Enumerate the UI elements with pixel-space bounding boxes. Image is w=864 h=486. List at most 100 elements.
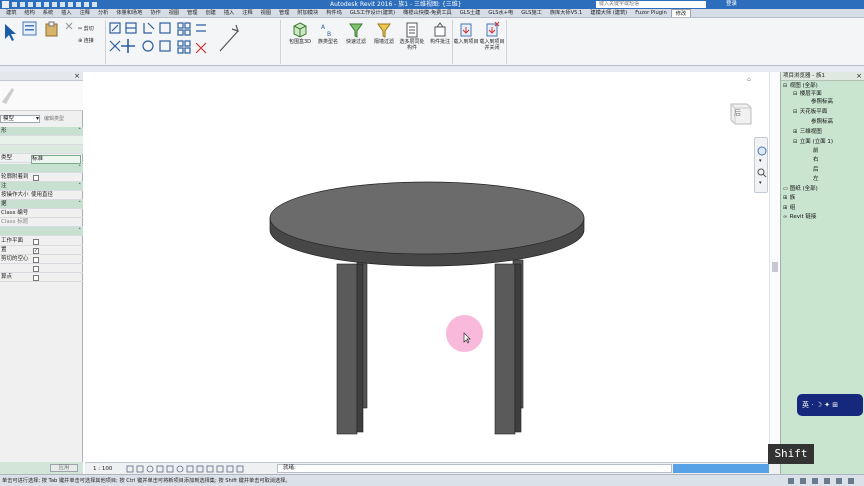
apply-button[interactable]: 应用: [50, 464, 78, 472]
table-3d-model[interactable]: [265, 180, 595, 440]
type-selector-dropdown[interactable]: 模型: [0, 115, 40, 123]
zoom-icon[interactable]: [757, 168, 767, 178]
tab-gls-design[interactable]: GLS工作设计(建筑): [346, 9, 399, 17]
property-checkbox[interactable]: [33, 239, 39, 245]
view-control-icons[interactable]: [125, 465, 265, 473]
vertical-scrollbar[interactable]: [769, 72, 779, 462]
tab-systems[interactable]: 系统: [39, 9, 57, 17]
view-cube-face[interactable]: 后: [734, 108, 741, 118]
collapse-icon[interactable]: ˄: [78, 164, 81, 173]
close-icon[interactable]: ×: [74, 72, 80, 81]
chevron-down-icon[interactable]: ▾: [36, 115, 39, 123]
property-checkbox[interactable]: [33, 275, 39, 281]
property-checkbox[interactable]: ✓: [33, 248, 39, 254]
tree-item-3d-views[interactable]: ⊞ 三维视图: [793, 128, 822, 136]
paste-icon[interactable]: [44, 21, 60, 37]
expand-icon[interactable]: ⊞: [783, 194, 788, 202]
tab-analyze[interactable]: 分析: [94, 9, 112, 17]
collapse-icon[interactable]: ⊟: [793, 108, 798, 116]
tab-gls-mep[interactable]: GLS水+电: [484, 9, 517, 17]
tree-item-revit-links[interactable]: ∞ Revit 链接: [783, 213, 816, 221]
tab-annotate[interactable]: 注释: [76, 9, 94, 17]
quick-access-toolbar[interactable]: [2, 1, 142, 8]
collapse-icon[interactable]: ˄: [78, 127, 81, 136]
close-icon[interactable]: ×: [856, 72, 862, 81]
tree-item-front[interactable]: 前: [813, 147, 819, 155]
tab-structure[interactable]: 结构: [20, 9, 38, 17]
login-button[interactable]: 登录: [726, 0, 737, 9]
tree-item-families[interactable]: ⊞ 族: [783, 194, 795, 202]
property-value[interactable]: 标准: [31, 155, 81, 164]
tree-item-left[interactable]: 左: [813, 175, 819, 183]
family-type-name-button[interactable]: AB 族类型名: [314, 20, 342, 64]
tree-item-floor-plans[interactable]: ⊟ 楼层平面: [793, 90, 822, 98]
drawing-canvas[interactable]: 后 ⌂ ▾ ▾: [85, 72, 780, 462]
ime-toolbar[interactable]: 英 · ☽ ✦ ⊞: [797, 394, 863, 416]
tab-create[interactable]: 创建: [201, 9, 219, 17]
properties-icon[interactable]: [22, 21, 38, 37]
collapse-icon[interactable]: ˄: [78, 227, 81, 236]
tab-fuzor[interactable]: Fuzor Plugin: [631, 9, 671, 17]
tab-insert-2[interactable]: 插入: [220, 9, 238, 17]
property-checkbox[interactable]: [33, 257, 39, 263]
chevron-down-icon[interactable]: ▾: [759, 180, 762, 186]
tab-modeling-master[interactable]: 建模大师 (建筑): [586, 9, 631, 17]
collapse-icon[interactable]: ⊟: [783, 82, 788, 90]
tab-gls-construction[interactable]: GLS施工: [517, 9, 546, 17]
tree-item-right[interactable]: 右: [813, 156, 819, 164]
ime-status-text[interactable]: 英 · ☽ ✦ ⊞: [802, 394, 838, 416]
collapse-icon[interactable]: ˄: [78, 200, 81, 209]
tree-item-views[interactable]: ⊟ 视图 (全部): [783, 82, 818, 90]
tab-component-dock[interactable]: 构件坞: [322, 9, 346, 17]
select-multi-level-button[interactable]: 选多层同处构件: [398, 20, 426, 64]
scrollbar-thumb[interactable]: [772, 262, 778, 272]
tab-gls-civil[interactable]: GLS土建: [456, 9, 485, 17]
view-cube[interactable]: 后: [727, 100, 753, 128]
tab-collaborate[interactable]: 协作: [146, 9, 164, 17]
component-annotation-button[interactable]: 构件批注: [426, 20, 454, 64]
quick-filter-button[interactable]: 快速过滤: [342, 20, 370, 64]
bounding-box-3d-button[interactable]: 包围盒3D: [286, 20, 314, 64]
status-icons[interactable]: [780, 476, 864, 486]
join-button[interactable]: 连接: [84, 38, 94, 44]
property-checkbox[interactable]: [33, 175, 39, 181]
collapse-icon[interactable]: ⊟: [793, 138, 798, 146]
tab-manage-2[interactable]: 管理: [275, 9, 293, 17]
tab-addins[interactable]: 附加模块: [293, 9, 322, 17]
property-value[interactable]: 使用直径: [31, 191, 53, 200]
tree-item-ref-level-2[interactable]: 参照标高: [811, 118, 833, 126]
delete-icon[interactable]: [64, 21, 74, 31]
status-input[interactable]: 就绪:: [277, 464, 672, 473]
modify-tools-grid[interactable]: [108, 21, 258, 61]
collapse-icon[interactable]: ⊟: [793, 90, 798, 98]
edit-type-button[interactable]: 编辑类型: [44, 115, 64, 123]
steering-wheel-icon[interactable]: [757, 146, 767, 156]
tab-annotate-2[interactable]: 注释: [238, 9, 256, 17]
tree-item-ceiling-plans[interactable]: ⊟ 天花板平面: [793, 108, 827, 116]
chevron-down-icon[interactable]: ▾: [759, 158, 762, 164]
tab-manage[interactable]: 管理: [183, 9, 201, 17]
tree-item-ref-level[interactable]: 参照标高: [811, 98, 833, 106]
tree-item-back[interactable]: 后: [813, 166, 819, 174]
wall-filter-button[interactable]: 隔墙过滤: [370, 20, 398, 64]
load-into-project-close-button[interactable]: 载入到项目并关闭: [478, 20, 506, 64]
tree-item-groups[interactable]: ⊞ 组: [783, 204, 795, 212]
tab-architecture[interactable]: 建筑: [2, 9, 20, 17]
expand-icon[interactable]: ⊞: [793, 128, 798, 136]
modify-tool-icon[interactable]: [2, 21, 18, 61]
tab-view[interactable]: 视图: [165, 9, 183, 17]
collapse-icon[interactable]: ˄: [78, 182, 81, 191]
tab-view-2[interactable]: 视图: [257, 9, 275, 17]
tab-massing[interactable]: 体量和场地: [112, 9, 146, 17]
expand-icon[interactable]: ⊞: [783, 204, 788, 212]
tree-item-elevations[interactable]: ⊟ 立面 (立面 1): [793, 138, 833, 146]
tree-item-sheets[interactable]: ▭ 图纸 (全部): [783, 185, 818, 193]
cut-button[interactable]: 剪切: [84, 26, 94, 32]
property-checkbox[interactable]: [33, 266, 39, 272]
tab-modify[interactable]: 修改: [670, 9, 692, 17]
tab-olive-tools[interactable]: 橄榄山快模-免费工具: [399, 9, 456, 17]
home-icon[interactable]: ⌂: [747, 76, 751, 83]
search-input[interactable]: 键入关键字或短语: [596, 1, 706, 8]
tab-family-library[interactable]: 族库大师V5.1: [546, 9, 587, 17]
tab-insert[interactable]: 插入: [57, 9, 75, 17]
